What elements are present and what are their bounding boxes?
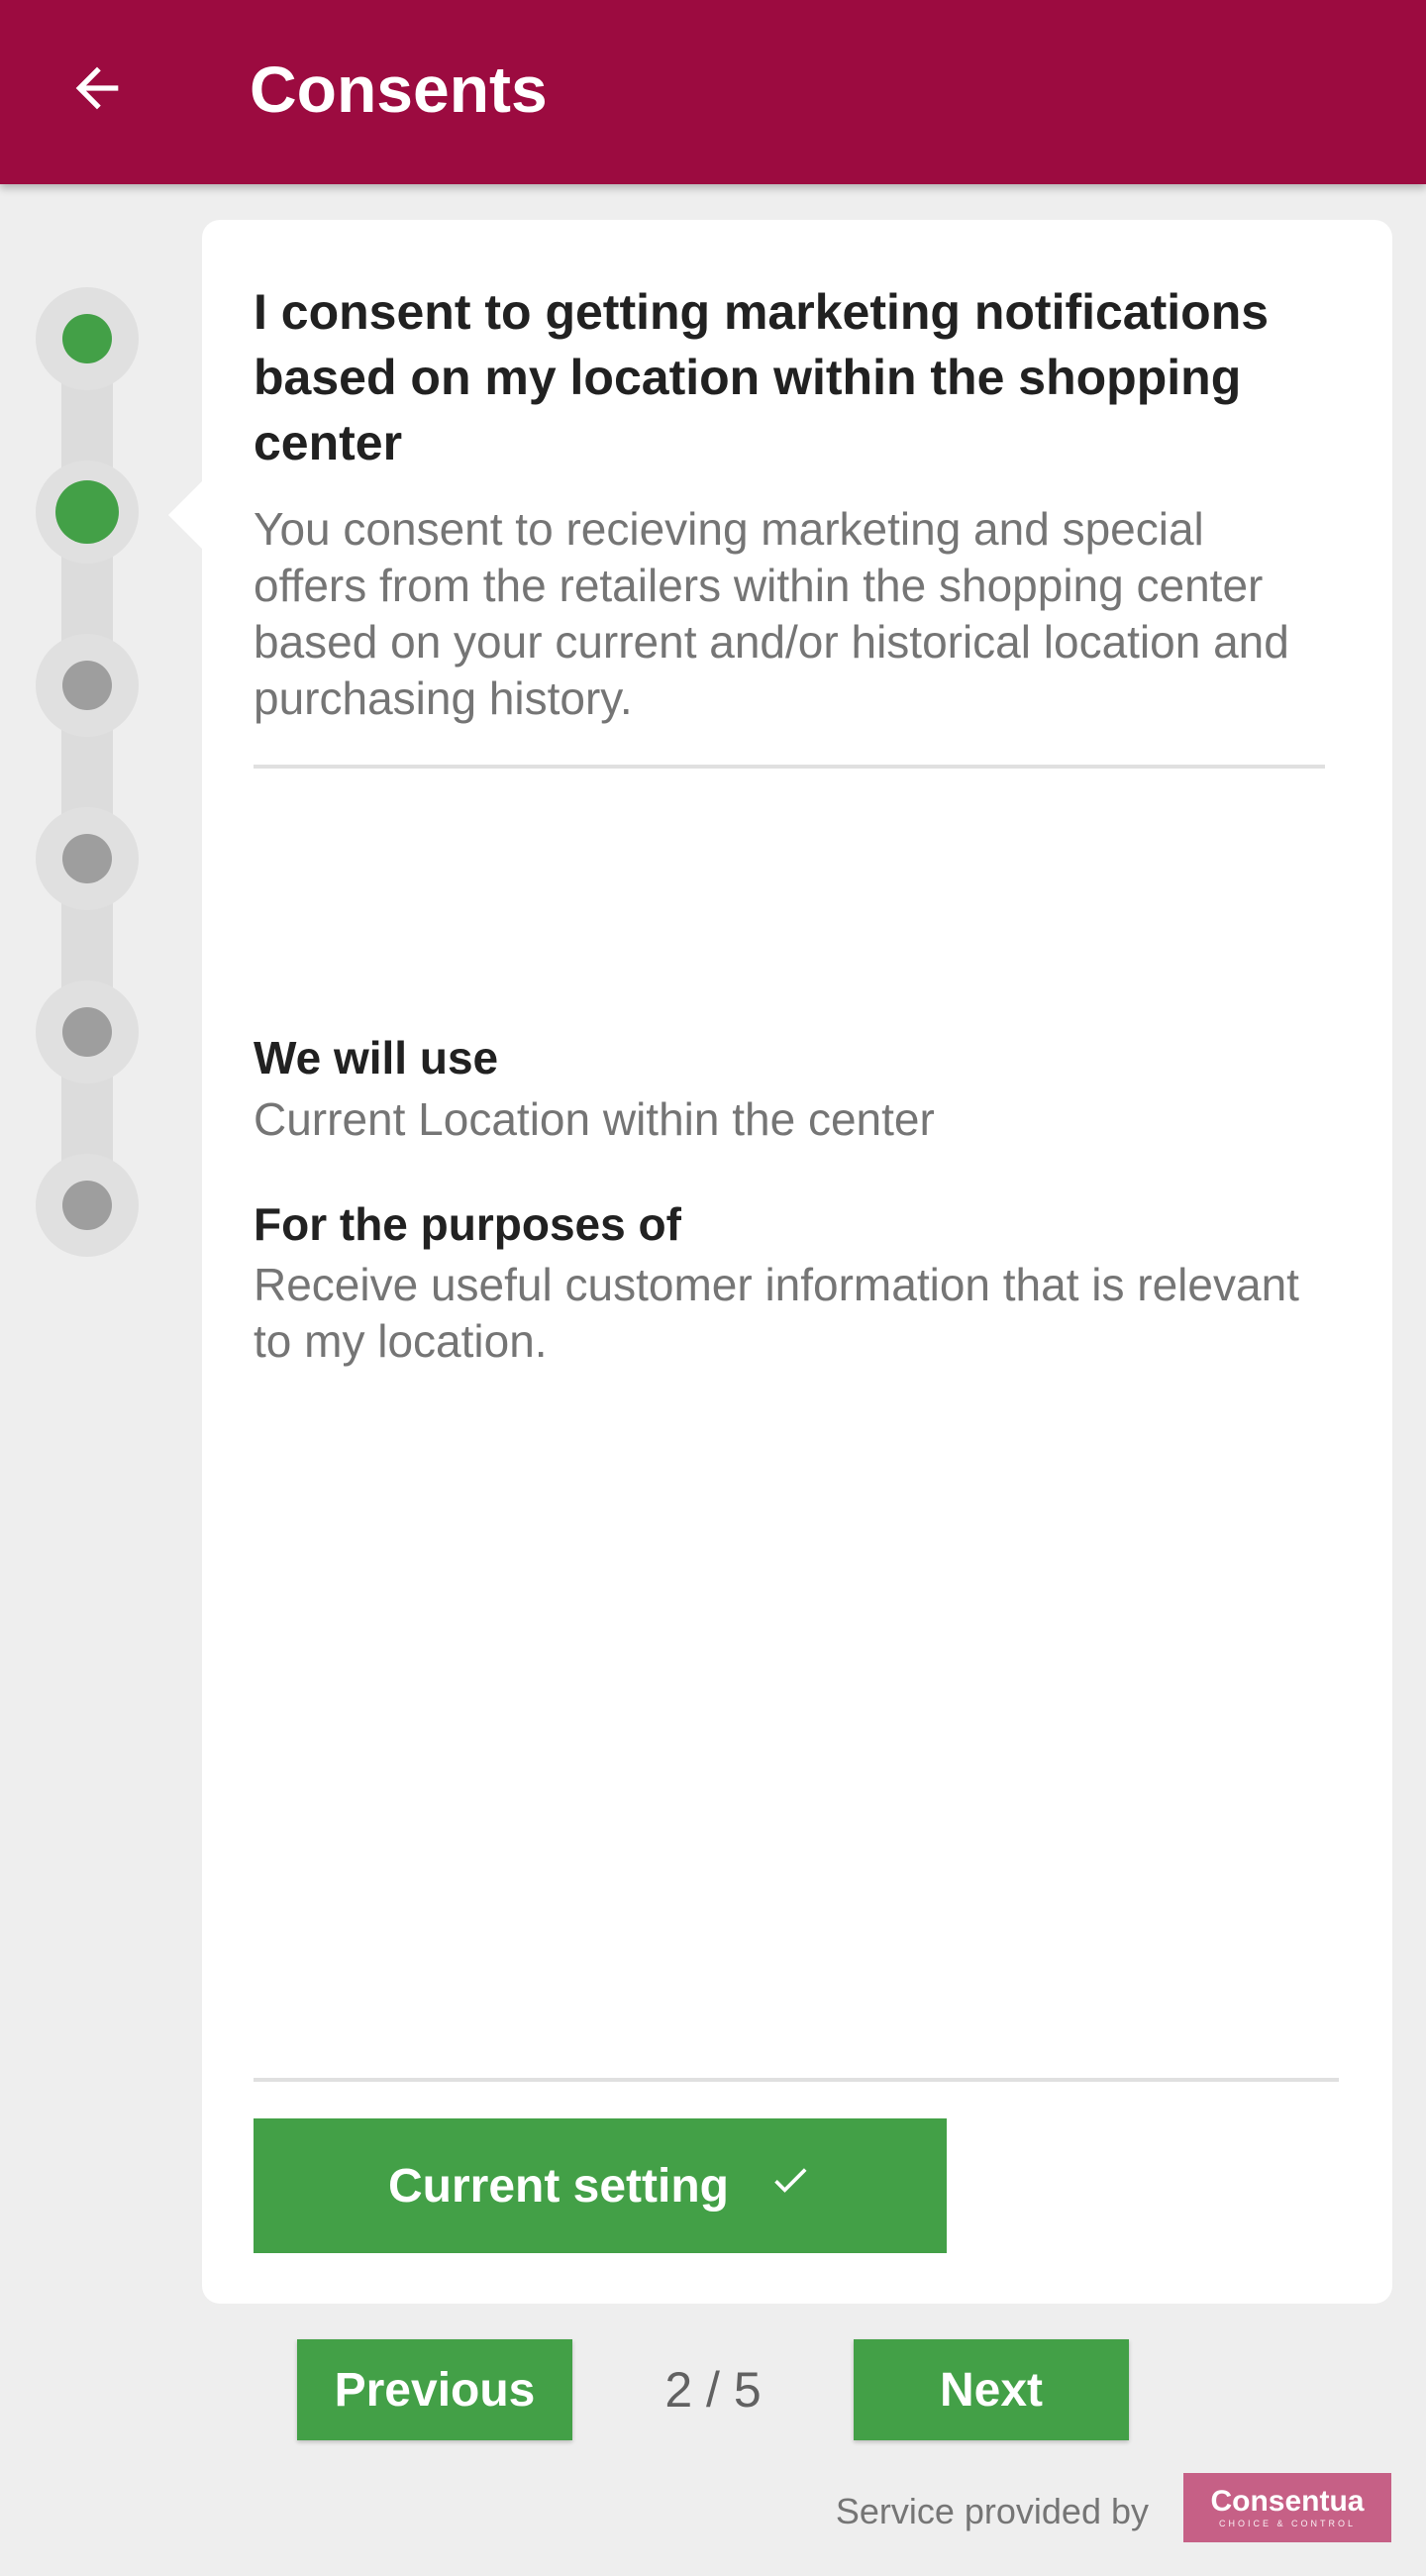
brand-name: Consentua <box>1210 2485 1365 2518</box>
step-6[interactable] <box>36 1154 139 1257</box>
current-setting-button[interactable]: Current setting <box>254 2118 947 2253</box>
consentua-logo[interactable]: Consentua CHOICE & CONTROL <box>1183 2473 1391 2542</box>
page-indicator: 2 / 5 <box>664 2362 762 2418</box>
step-5[interactable] <box>36 980 139 1083</box>
next-button[interactable]: Next <box>854 2339 1129 2440</box>
step-5-dot <box>62 1007 112 1057</box>
app-bar: Consents <box>0 0 1426 184</box>
step-1-dot <box>62 314 112 363</box>
current-setting-label: Current setting <box>387 2159 729 2213</box>
consent-description: You consent to recieving marketing and s… <box>254 503 1289 724</box>
step-3-dot <box>62 661 112 710</box>
step-3[interactable] <box>36 634 139 737</box>
step-2[interactable] <box>36 461 139 564</box>
consent-card: I consent to getting marketing notificat… <box>202 220 1392 2304</box>
page-title: Consents <box>250 52 548 126</box>
provided-by-text: Service provided by <box>835 2491 1149 2531</box>
step-4-dot <box>62 834 112 883</box>
step-2-dot <box>55 480 119 544</box>
consent-title: I consent to getting marketing notificat… <box>254 284 1270 470</box>
check-icon <box>768 2158 812 2214</box>
step-4[interactable] <box>36 807 139 910</box>
purposes-heading: For the purposes of <box>254 1198 681 1250</box>
step-1[interactable] <box>36 287 139 390</box>
step-rail <box>36 287 139 1258</box>
back-button[interactable] <box>50 45 145 134</box>
divider <box>254 765 1325 769</box>
purposes-value: Receive useful customer information that… <box>254 1259 1299 1367</box>
card-pointer <box>168 479 204 551</box>
divider <box>254 2078 1339 2082</box>
brand-tagline: CHOICE & CONTROL <box>1218 2519 1356 2528</box>
arrow-left-icon <box>65 56 129 123</box>
step-6-dot <box>62 1181 112 1230</box>
we-will-use-value: Current Location within the center <box>254 1093 935 1145</box>
previous-button[interactable]: Previous <box>297 2339 572 2440</box>
we-will-use-heading: We will use <box>254 1032 499 1083</box>
